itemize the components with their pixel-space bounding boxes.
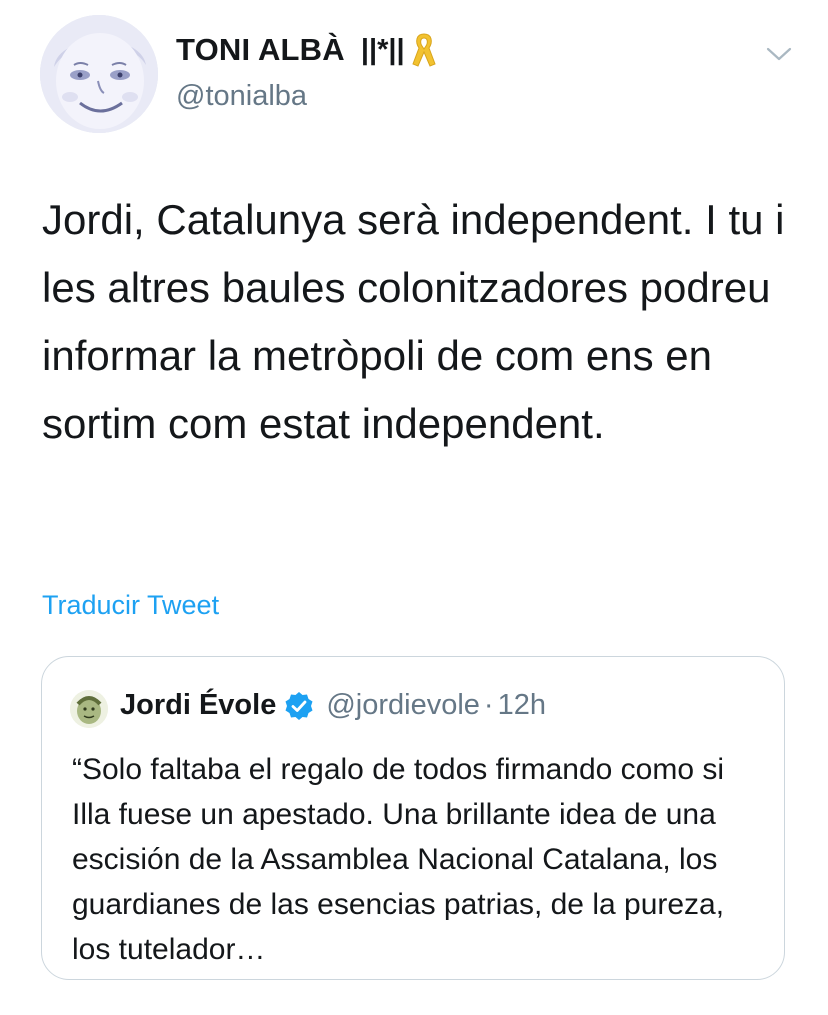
quoted-author-name: Jordi Évole [120, 689, 277, 721]
author-handle[interactable]: @tonialba [176, 80, 307, 113]
avatar-illustration [40, 15, 158, 133]
quoted-tweet-text: “Solo faltaba el regalo de todos firmand… [72, 753, 725, 966]
author-name-row[interactable]: TONI ALBÀ ||*|| [176, 32, 437, 68]
author-avatar[interactable] [40, 15, 158, 133]
quoted-author-avatar [70, 690, 108, 728]
quoted-author-handle: @jordievole [326, 689, 480, 721]
author-display-name[interactable]: TONI ALBÀ [176, 32, 345, 68]
quoted-tweet-header: Jordi Évole @jordievole · 12h [120, 689, 546, 722]
yellow-ribbon-icon [411, 32, 437, 68]
tweet-text: Jordi, Catalunya serà independent. I tu … [42, 196, 785, 447]
verified-badge-icon [285, 691, 313, 720]
separator-dot: · [483, 689, 494, 721]
author-name-symbols: ||*|| [360, 33, 405, 66]
quoted-tweet-card[interactable]: Jordi Évole @jordievole · 12h “Solo falt… [41, 656, 785, 980]
quoted-tweet-time: 12h [497, 689, 546, 721]
chevron-down-icon[interactable] [766, 46, 792, 62]
translate-tweet-link[interactable]: Traducir Tweet [42, 590, 219, 621]
